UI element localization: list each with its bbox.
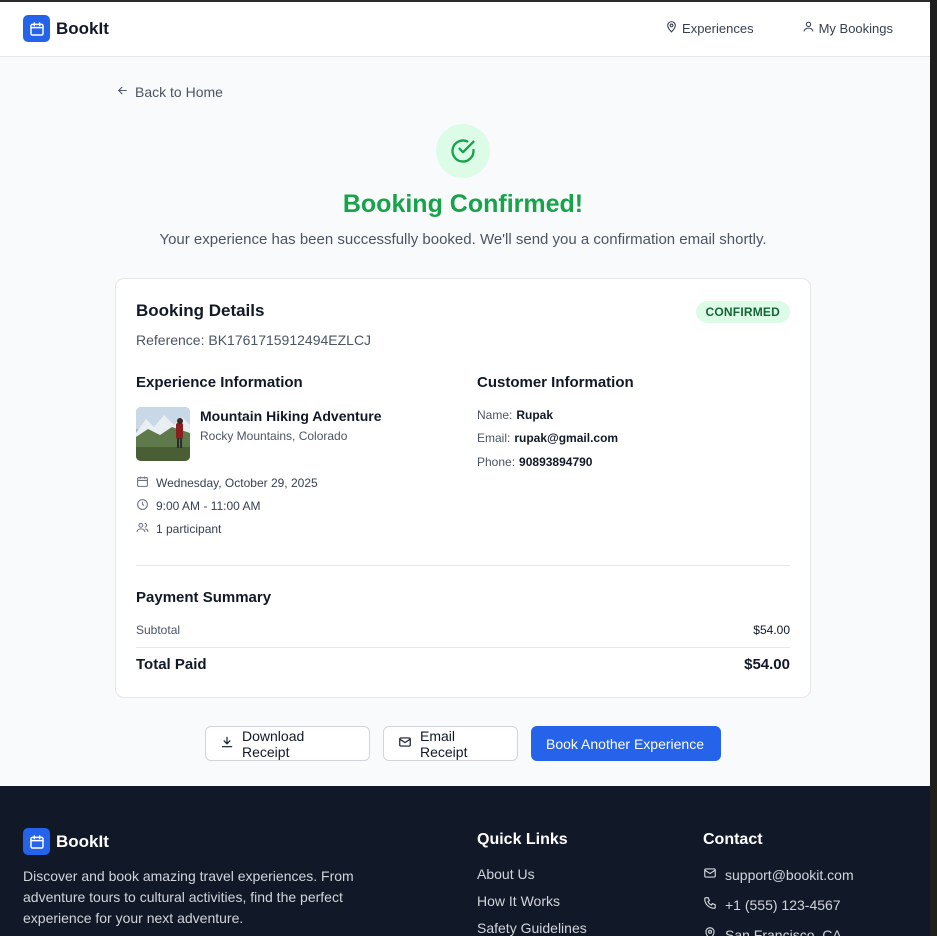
subtotal-row: Subtotal $54.00 bbox=[136, 623, 790, 637]
top-navbar: BookIt Experiences My Bookings bbox=[0, 2, 930, 57]
booking-reference: Reference: BK1761715912494EZLCJ bbox=[136, 332, 372, 348]
calendar-icon bbox=[23, 828, 50, 855]
download-icon bbox=[220, 735, 234, 752]
contact-heading: Contact bbox=[703, 831, 763, 848]
section-divider bbox=[136, 565, 790, 566]
customer-phone-row: Phone: 90893894790 bbox=[477, 455, 592, 469]
mail-icon bbox=[703, 866, 717, 883]
contact-email-text: support@bookit.com bbox=[725, 866, 854, 883]
booking-time-text: 9:00 AM - 11:00 AM bbox=[156, 499, 261, 513]
customer-email-label: Email: bbox=[477, 431, 511, 445]
contact-address-text: San Francisco, CA bbox=[725, 926, 842, 936]
footer-link-safety[interactable]: Safety Guidelines bbox=[477, 920, 587, 936]
users-icon bbox=[136, 521, 149, 537]
customer-name: Rupak bbox=[516, 408, 554, 422]
calendar-icon bbox=[23, 15, 50, 42]
quick-links-heading: Quick Links bbox=[477, 831, 568, 848]
footer-description: Discover and book amazing travel experie… bbox=[23, 868, 354, 926]
contact-address: San Francisco, CA bbox=[703, 926, 842, 936]
subtotal-value: $54.00 bbox=[753, 623, 790, 637]
footer-link-about[interactable]: About Us bbox=[477, 866, 535, 882]
email-receipt-label: Email Receipt bbox=[420, 727, 468, 760]
customer-phone: 90893894790 bbox=[519, 455, 593, 469]
customer-name-row: Name: Rupak bbox=[477, 408, 553, 422]
total-label: Total Paid bbox=[136, 656, 207, 673]
customer-phone-label: Phone: bbox=[477, 455, 516, 469]
customer-email: rupak@gmail.com bbox=[514, 431, 619, 445]
page-title: Booking Confirmed! bbox=[342, 190, 584, 218]
booking-date-text: Wednesday, October 29, 2025 bbox=[156, 476, 318, 490]
booking-date: Wednesday, October 29, 2025 bbox=[136, 475, 318, 491]
back-to-home-link[interactable]: Back to Home bbox=[116, 84, 223, 100]
footer-link-how-it-works[interactable]: How It Works bbox=[477, 893, 560, 909]
booking-details-card: Booking Details CONFIRMED Reference: BK1… bbox=[115, 278, 811, 698]
experience-name: Mountain Hiking Adventure bbox=[200, 408, 382, 424]
book-another-button[interactable]: Book Another Experience bbox=[531, 726, 721, 761]
action-buttons: Download Receipt Email Receipt Book Anot… bbox=[205, 726, 721, 761]
participants-text: 1 participant bbox=[156, 522, 222, 536]
payment-summary-heading: Payment Summary bbox=[136, 589, 272, 606]
status-badge: CONFIRMED bbox=[695, 301, 790, 323]
arrow-left-icon bbox=[116, 84, 129, 100]
footer-brand-logo[interactable]: BookIt bbox=[23, 828, 109, 855]
site-footer: BookIt Discover and book amazing travel … bbox=[0, 786, 930, 936]
experience-location: Rocky Mountains, Colorado bbox=[200, 429, 348, 443]
experience-thumbnail bbox=[136, 407, 190, 461]
experience-info-heading: Experience Information bbox=[136, 374, 303, 391]
contact-email[interactable]: support@bookit.com bbox=[703, 866, 854, 883]
nav-my-bookings[interactable]: My Bookings bbox=[802, 20, 893, 36]
customer-email-row: Email: rupak@gmail.com bbox=[477, 431, 618, 445]
main-nav: Experiences My Bookings bbox=[665, 20, 893, 36]
customer-info-heading: Customer Information bbox=[477, 374, 634, 391]
back-link-label: Back to Home bbox=[135, 84, 223, 100]
nav-my-bookings-label: My Bookings bbox=[818, 20, 893, 36]
nav-experiences-label: Experiences bbox=[682, 20, 754, 36]
customer-name-label: Name: bbox=[477, 408, 513, 422]
booking-details-heading: Booking Details bbox=[136, 301, 265, 320]
phone-icon bbox=[703, 896, 717, 913]
booking-time: 9:00 AM - 11:00 AM bbox=[136, 498, 261, 514]
booking-participants: 1 participant bbox=[136, 521, 221, 537]
brand-logo[interactable]: BookIt bbox=[23, 15, 109, 42]
contact-phone[interactable]: +1 (555) 123-4567 bbox=[703, 896, 841, 913]
page-subtitle: Your experience has been successfully bo… bbox=[159, 231, 767, 248]
map-pin-icon bbox=[703, 926, 717, 936]
download-receipt-button[interactable]: Download Receipt bbox=[205, 726, 370, 761]
download-receipt-label: Download Receipt bbox=[242, 727, 305, 760]
contact-phone-text: +1 (555) 123-4567 bbox=[725, 896, 841, 913]
map-pin-icon bbox=[665, 20, 678, 36]
total-value: $54.00 bbox=[744, 656, 790, 673]
mail-icon bbox=[398, 735, 412, 752]
clock-icon bbox=[136, 498, 149, 514]
brand-name: BookIt bbox=[56, 18, 109, 38]
nav-experiences[interactable]: Experiences bbox=[665, 20, 754, 36]
subtotal-label: Subtotal bbox=[136, 623, 181, 637]
user-icon bbox=[802, 20, 815, 36]
footer-brand-name: BookIt bbox=[56, 831, 109, 851]
scrollbar[interactable] bbox=[930, 0, 937, 936]
page: BookIt Experiences My Bookings Back to H… bbox=[0, 2, 930, 936]
calendar-icon bbox=[136, 475, 149, 491]
total-divider bbox=[136, 647, 790, 648]
success-check-icon bbox=[436, 124, 490, 178]
total-row: Total Paid $54.00 bbox=[136, 656, 790, 673]
email-receipt-button[interactable]: Email Receipt bbox=[383, 726, 518, 761]
